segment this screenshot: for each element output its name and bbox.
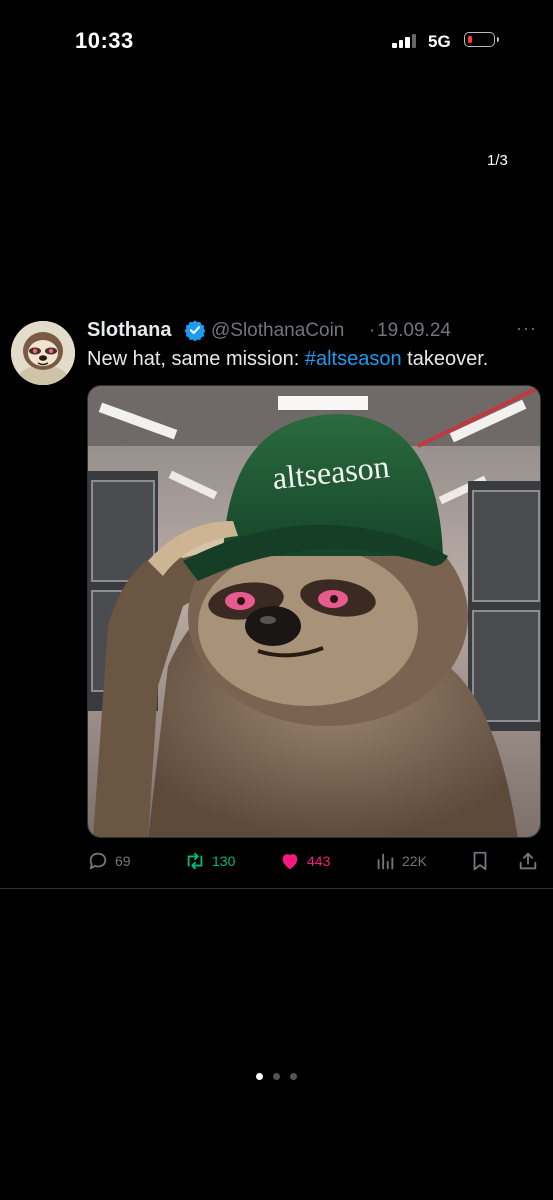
signal-icon <box>392 34 420 48</box>
carousel-dot-active[interactable] <box>256 1073 263 1080</box>
avatar[interactable] <box>11 321 75 385</box>
network-label: 5G <box>428 32 451 51</box>
heart-icon <box>282 854 298 870</box>
retweet-button[interactable]: 130 <box>184 848 235 874</box>
views-icon <box>377 853 394 870</box>
verified-badge-icon <box>184 320 206 341</box>
share-icon <box>519 852 537 870</box>
hashtag-link[interactable]: #altseason <box>305 348 402 370</box>
tweet-divider <box>0 888 553 889</box>
tweet-date[interactable]: 19.09.24 <box>377 320 451 342</box>
like-count: 443 <box>307 853 331 869</box>
status-time: 10:33 <box>75 28 134 53</box>
battery-icon <box>464 32 499 47</box>
tweet-text-suffix: takeover. <box>401 348 489 370</box>
more-options-icon[interactable]: ··· <box>516 318 537 339</box>
bookmark-icon <box>473 851 487 871</box>
like-button[interactable]: 443 <box>279 848 330 874</box>
tweet-card[interactable]: Slothana @SlothanaCoin · 19.09.24 ··· Ne… <box>0 310 553 890</box>
retweet-count: 130 <box>212 853 236 869</box>
tweet-image[interactable]: altseason <box>87 385 541 838</box>
views-count: 22K <box>402 853 427 869</box>
reply-count: 69 <box>115 853 131 869</box>
reply-button[interactable]: 69 <box>87 848 131 874</box>
meta-separator: · <box>369 320 376 341</box>
retweet-icon <box>187 852 203 870</box>
reply-icon <box>89 852 107 870</box>
status-bar: 10:33 5G <box>0 0 553 80</box>
user-handle[interactable]: @SlothanaCoin <box>211 320 344 342</box>
views-button[interactable]: 22K <box>374 848 427 874</box>
media-counter: 1/3 <box>487 152 508 169</box>
tweet-text: New hat, same mission: #altseason takeov… <box>87 348 488 371</box>
bookmark-button[interactable] <box>469 848 497 874</box>
share-button[interactable] <box>517 848 545 874</box>
display-name[interactable]: Slothana <box>87 319 171 342</box>
carousel-dot[interactable] <box>290 1073 297 1080</box>
carousel-dot[interactable] <box>273 1073 280 1080</box>
tweet-text-prefix: New hat, same mission: <box>87 348 305 370</box>
carousel-indicator[interactable] <box>256 1073 300 1081</box>
tweet-actions: 69 130 443 22K <box>87 848 547 874</box>
